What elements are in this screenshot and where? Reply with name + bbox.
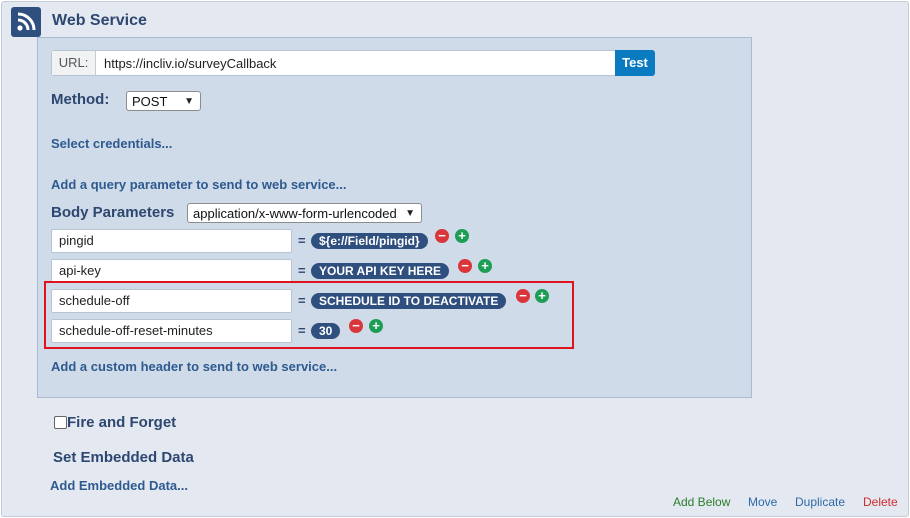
method-select-value: POST [132, 94, 168, 109]
add-custom-header-link[interactable]: Add a custom header to send to web servi… [51, 359, 337, 374]
equals-sign: = [298, 263, 306, 278]
highlight-box [44, 281, 574, 349]
add-embedded-data-link[interactable]: Add Embedded Data... [50, 478, 188, 493]
remove-icon[interactable]: − [435, 229, 449, 243]
add-query-parameter-link[interactable]: Add a query parameter to send to web ser… [51, 177, 346, 192]
add-icon[interactable]: + [478, 259, 492, 273]
test-button[interactable]: Test [615, 50, 655, 76]
fire-and-forget-label: Fire and Forget [67, 414, 177, 431]
param-value-pill[interactable]: ${e://Field/pingid} [311, 233, 428, 249]
set-embedded-data-label: Set Embedded Data [53, 449, 194, 466]
equals-sign: = [298, 233, 306, 248]
move-link[interactable]: Move [748, 495, 777, 509]
rss-icon [11, 7, 41, 37]
remove-icon[interactable]: − [458, 259, 472, 273]
body-parameters-label: Body Parameters [51, 204, 175, 221]
duplicate-link[interactable]: Duplicate [795, 495, 845, 509]
delete-link[interactable]: Delete [863, 495, 898, 509]
add-below-link[interactable]: Add Below [673, 495, 730, 509]
block-title: Web Service [52, 12, 147, 29]
param-value-pill[interactable]: YOUR API KEY HERE [311, 263, 450, 279]
add-icon[interactable]: + [455, 229, 469, 243]
chevron-down-icon: ▼ [405, 208, 415, 219]
chevron-down-icon: ▼ [184, 96, 194, 107]
method-select[interactable]: POST ▼ [126, 91, 201, 111]
param-key-input[interactable]: api-key [51, 259, 292, 283]
select-credentials-link[interactable]: Select credentials... [51, 136, 172, 151]
url-label: URL: [52, 51, 96, 75]
fire-and-forget-checkbox[interactable] [54, 416, 67, 429]
param-key-input[interactable]: pingid [51, 229, 292, 253]
content-type-value: application/x-www-form-urlencoded [193, 206, 397, 221]
content-type-select[interactable]: application/x-www-form-urlencoded ▼ [187, 203, 422, 223]
method-label: Method: [51, 91, 110, 108]
url-field: URL: [51, 50, 617, 76]
url-input[interactable] [104, 51, 604, 75]
